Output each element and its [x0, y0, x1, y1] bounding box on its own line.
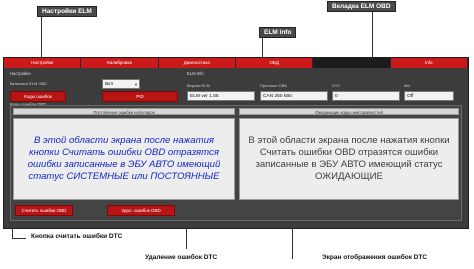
dtc-panel: Постоянные ошибки неполадок Ожидающие ко…: [10, 105, 462, 221]
elm-version-label: Версия ELM: [187, 83, 210, 88]
callout-dtc-screen: Экран отображения ошибок DTC: [322, 254, 428, 261]
tab-info[interactable]: Info: [390, 58, 468, 68]
read-dtc-button[interactable]: Считать ошибки OBD: [15, 205, 73, 216]
callout-elm-info: ELM info: [259, 27, 297, 38]
tab-settings[interactable]: Настройки: [4, 58, 82, 68]
settings-section-label: Настройки: [10, 71, 31, 76]
delete-dtc-button[interactable]: Удал. ошибок OBD: [107, 205, 175, 216]
pending-dtc-area: В этой области экрана после нажатия кноп…: [239, 118, 459, 200]
leader-elm-obd-tab: [372, 12, 373, 57]
tab-diagnostics[interactable]: Диагностика: [158, 58, 236, 68]
leader-delete-dtc: [186, 229, 187, 249]
mil-label: MIL: [404, 83, 411, 88]
elm-version-field: ELM ver 1.55: [187, 91, 255, 101]
callout-elm-settings: Настройки ELM: [37, 6, 97, 17]
leader-elm-settings: [41, 17, 42, 62]
callout-elm-obd-tab: Вкладка ELM OBD: [327, 1, 396, 12]
enable-elm-obd-select[interactable]: Вкл ▼: [102, 79, 140, 89]
pid-button[interactable]: PID: [102, 91, 178, 102]
app-window: Настройки Калибровка Диагностика ОБД Inf…: [3, 57, 469, 229]
chevron-down-icon: ▼: [134, 82, 138, 87]
dtc-count-label: DTC: [332, 83, 341, 88]
obd-protocol-field: CAN 250 kBit: [260, 91, 328, 101]
callout-delete-dtc: Удаление ошибок DTC: [145, 254, 218, 261]
pending-dtc-header: Ожидающие коды неисправностей: [239, 108, 459, 115]
tab-obd[interactable]: ОБД: [235, 58, 314, 68]
tab-bar: Настройки Калибровка Диагностика ОБД Inf…: [4, 58, 468, 68]
elm-info-section-label: ELM Info: [187, 71, 204, 76]
permanent-dtc-header: Постоянные ошибки неполадок: [13, 108, 235, 115]
callout-read-dtc: Кнопка считать ошибки DTC: [31, 233, 123, 240]
leader-read-dtc: [12, 229, 13, 238]
mil-field: Off: [404, 91, 454, 101]
tab-calibration[interactable]: Калибровка: [81, 58, 159, 68]
tab-elm-obd[interactable]: [313, 58, 391, 68]
obd-protocol-label: Протокол OBD: [260, 83, 288, 88]
leader-read-dtc-h: [12, 238, 26, 239]
obd-codes-button[interactable]: Коды ошибок: [10, 91, 66, 102]
enable-elm-obd-label: Включить ELM OBD: [10, 81, 48, 86]
permanent-dtc-area: В этой области экрана после нажатия кноп…: [13, 118, 235, 200]
dtc-count-field: 0: [332, 91, 400, 101]
leader-dtc-screen: [292, 229, 293, 259]
